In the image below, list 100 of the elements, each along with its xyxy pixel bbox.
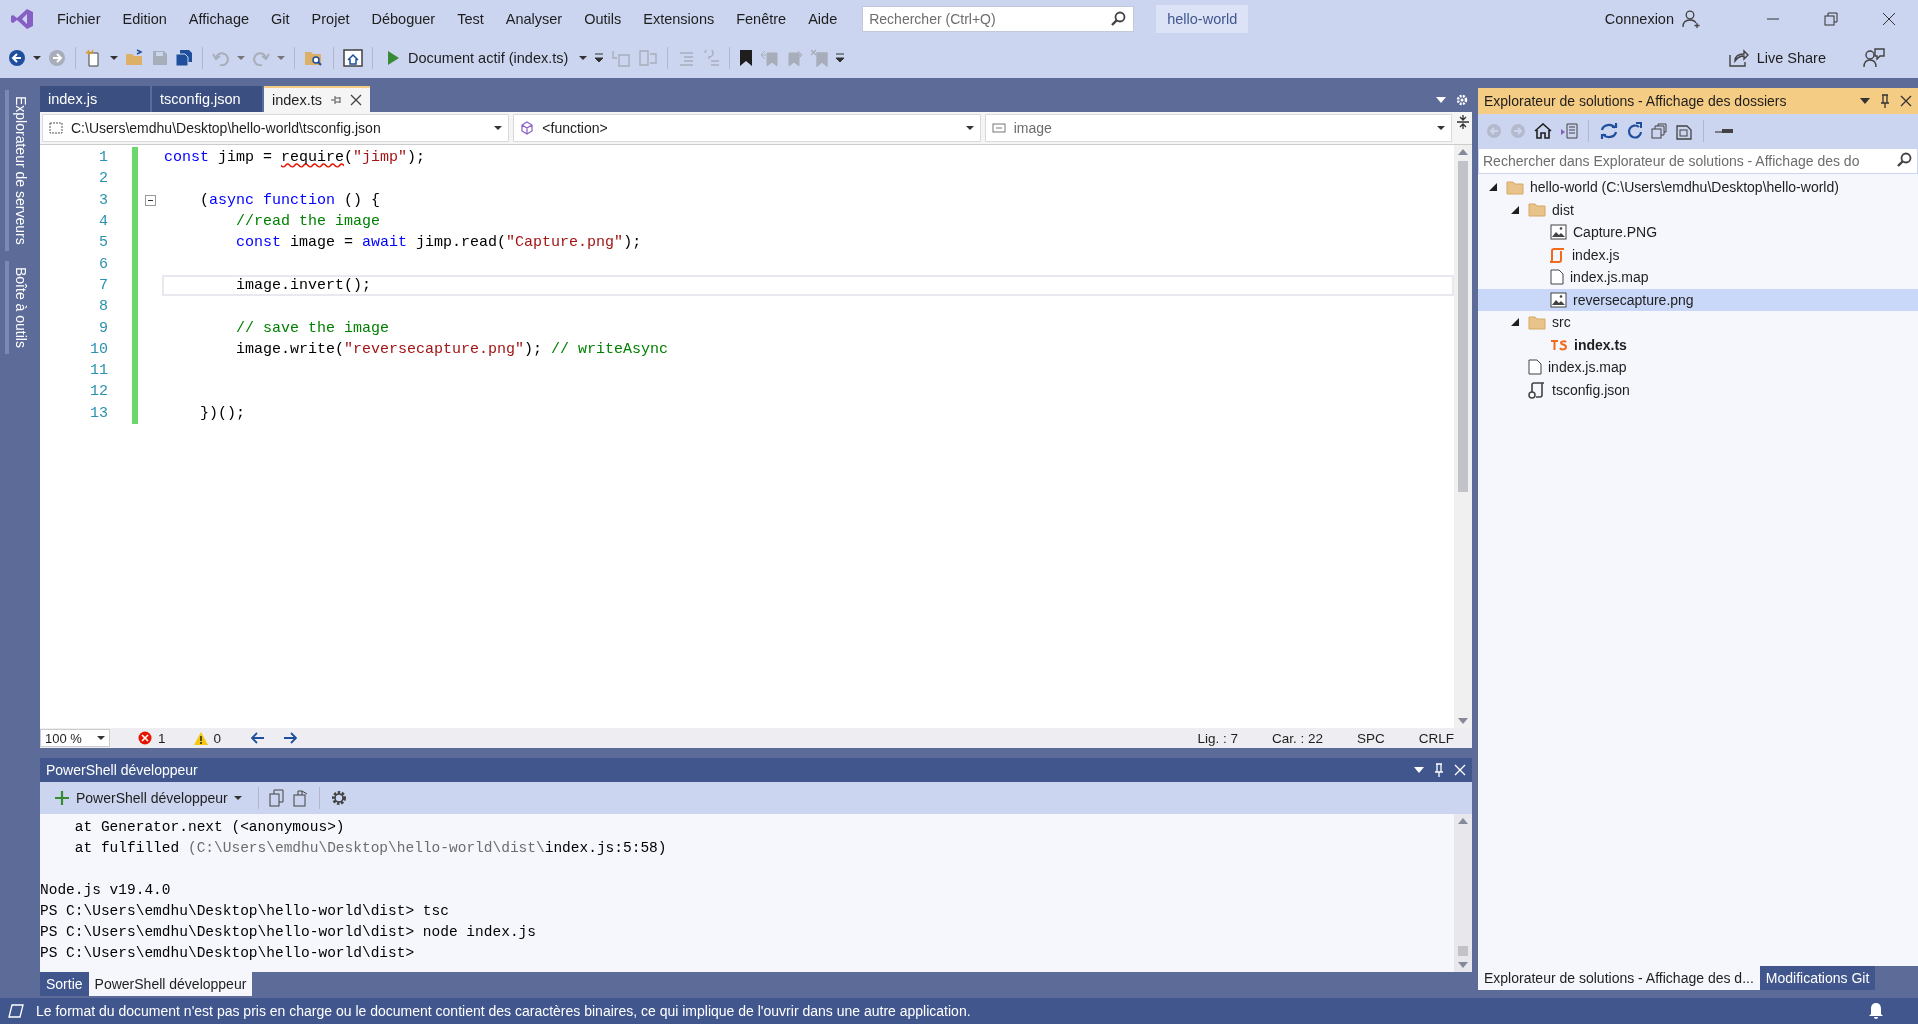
menu-item[interactable]: Extensions — [632, 6, 726, 31]
notifications-icon[interactable] — [1868, 1002, 1884, 1020]
settings-icon[interactable] — [1456, 94, 1468, 106]
tree-item[interactable]: Capture.PNG — [1478, 221, 1918, 244]
next-icon[interactable] — [283, 732, 298, 744]
search-field[interactable]: Rechercher dans Explorateur de solutions - Affichage des do — [1478, 148, 1918, 174]
warning-count[interactable]: 0 — [213, 730, 222, 746]
menu-item[interactable]: Test — [446, 6, 495, 31]
menu-item[interactable]: Projet — [300, 6, 361, 31]
properties-icon[interactable] — [1714, 126, 1734, 136]
tree-item[interactable]: index.js.map — [1478, 266, 1918, 289]
close-icon[interactable] — [350, 94, 362, 106]
back-icon[interactable] — [8, 48, 26, 67]
menu-item[interactable]: Fichier — [46, 6, 112, 31]
collapse-icon[interactable] — [144, 194, 156, 206]
line-ending-indicator[interactable]: CRLF — [1418, 730, 1454, 746]
tree-item[interactable]: reversecapture.png — [1478, 288, 1918, 311]
switch-views-icon[interactable] — [1560, 123, 1578, 139]
expanded-triangle-icon[interactable] — [1510, 317, 1520, 328]
search-icon[interactable] — [1896, 152, 1912, 168]
close-icon[interactable] — [1882, 11, 1896, 26]
project-dropdown[interactable]: C:\Users\emdhu\Desktop\hello-world\tsconfig.json — [42, 114, 510, 142]
bookmark-icon[interactable] — [739, 48, 754, 67]
collapse-all-icon[interactable] — [1651, 123, 1667, 139]
restore-icon[interactable] — [1824, 11, 1838, 26]
tree-item[interactable]: index.ts — [1478, 333, 1918, 356]
overflow-icon[interactable] — [835, 51, 846, 64]
menu-item[interactable]: Fenêtre — [725, 6, 798, 31]
previous-icon[interactable] — [251, 732, 266, 744]
dropdown-icon[interactable] — [1414, 766, 1424, 774]
copy-icon[interactable] — [268, 789, 285, 807]
paste-icon[interactable] — [292, 789, 309, 807]
panel-tab[interactable]: Explorateur de solutions - Affichage des d... — [1478, 966, 1760, 990]
save-all-icon[interactable] — [175, 48, 193, 67]
side-tab[interactable]: Boîte à outils — [5, 260, 33, 354]
menu-item[interactable]: Aide — [797, 6, 849, 31]
menu-item[interactable]: Edition — [111, 6, 178, 31]
search-icon[interactable] — [1110, 10, 1127, 27]
column-indicator[interactable]: Car. : 22 — [1271, 730, 1323, 746]
search-field[interactable]: Rechercher (Ctrl+Q) — [862, 5, 1135, 32]
sign-in-link[interactable]: Connexion — [1604, 10, 1674, 27]
scrollbar-thumb[interactable] — [1458, 946, 1468, 956]
menu-item[interactable]: Analyser — [494, 6, 574, 31]
editor-tab[interactable]: tsconfig.json — [152, 86, 262, 112]
zoom-dropdown[interactable]: 100 % — [40, 729, 110, 747]
scroll-down-icon[interactable] — [1458, 718, 1468, 724]
caret-icon[interactable] — [233, 795, 242, 801]
caret-icon[interactable] — [494, 125, 503, 131]
caret-icon[interactable] — [97, 735, 105, 741]
caret-icon[interactable] — [965, 125, 974, 131]
scrollbar-thumb[interactable] — [1458, 161, 1468, 492]
dropdown-icon[interactable] — [1860, 97, 1870, 105]
tab-list-icon[interactable] — [1436, 96, 1446, 104]
expanded-triangle-icon[interactable] — [1488, 182, 1498, 193]
add-user-icon[interactable] — [1682, 9, 1702, 28]
panel-tab[interactable]: Modifications Git — [1759, 966, 1876, 990]
indent-indicator[interactable]: SPC — [1356, 730, 1385, 746]
pin-icon[interactable] — [330, 94, 342, 106]
editor-tab[interactable]: index.js — [40, 86, 150, 112]
scroll-up-icon[interactable] — [1458, 818, 1468, 824]
feedback-icon[interactable] — [1863, 47, 1885, 68]
menu-item[interactable]: Git — [260, 6, 301, 31]
tree-item[interactable]: tsconfig.json — [1478, 378, 1918, 401]
live-share-button[interactable]: Live Share — [1728, 48, 1826, 67]
menu-item[interactable]: Déboguer — [360, 6, 447, 31]
new-terminal-button[interactable]: PowerShell développeur — [48, 789, 248, 807]
panel-tab[interactable]: Sortie — [40, 972, 89, 996]
caret-icon[interactable] — [110, 54, 118, 61]
line-indicator[interactable]: Lig. : 7 — [1197, 730, 1238, 746]
caret-icon[interactable] — [579, 54, 588, 61]
expanded-triangle-icon[interactable] — [1510, 204, 1520, 215]
close-icon[interactable] — [1900, 95, 1912, 107]
show-all-files-icon[interactable] — [1675, 122, 1693, 140]
refresh-icon[interactable] — [1627, 122, 1643, 140]
split-icon[interactable] — [1456, 114, 1470, 130]
browser-icon[interactable] — [343, 48, 363, 67]
open-folder-icon[interactable] — [125, 48, 145, 67]
menu-item[interactable]: Outils — [573, 6, 633, 31]
caret-icon[interactable] — [33, 54, 41, 61]
panel-tab[interactable]: PowerShell développeur — [88, 972, 253, 996]
tree-item[interactable]: hello-world (C:\Users\emdhu\Desktop\hello-world) — [1478, 176, 1918, 199]
scroll-down-icon[interactable] — [1458, 962, 1468, 968]
sync-icon[interactable] — [1599, 122, 1619, 140]
tree-item[interactable]: index.js — [1478, 243, 1918, 266]
member-dropdown[interactable]: image — [984, 114, 1452, 142]
scope-dropdown[interactable]: <function> — [513, 114, 981, 142]
home-icon[interactable] — [1534, 123, 1552, 139]
caret-icon[interactable] — [1437, 125, 1445, 131]
scroll-up-icon[interactable] — [1458, 149, 1468, 155]
start-button[interactable]: Document actif (index.ts) — [382, 47, 573, 68]
tree-item[interactable]: dist — [1478, 198, 1918, 221]
tree-item[interactable]: src — [1478, 311, 1918, 334]
error-count[interactable]: 1 — [158, 730, 166, 746]
overflow-icon[interactable] — [594, 51, 605, 64]
side-tab[interactable]: Explorateur de serveurs — [5, 90, 33, 251]
settings-icon[interactable] — [329, 789, 348, 807]
pin-icon[interactable] — [1880, 94, 1890, 108]
tree-item[interactable]: index.js.map — [1478, 356, 1918, 379]
editor-tab[interactable]: index.ts — [264, 86, 370, 112]
menu-item[interactable]: Affichage — [177, 6, 261, 31]
